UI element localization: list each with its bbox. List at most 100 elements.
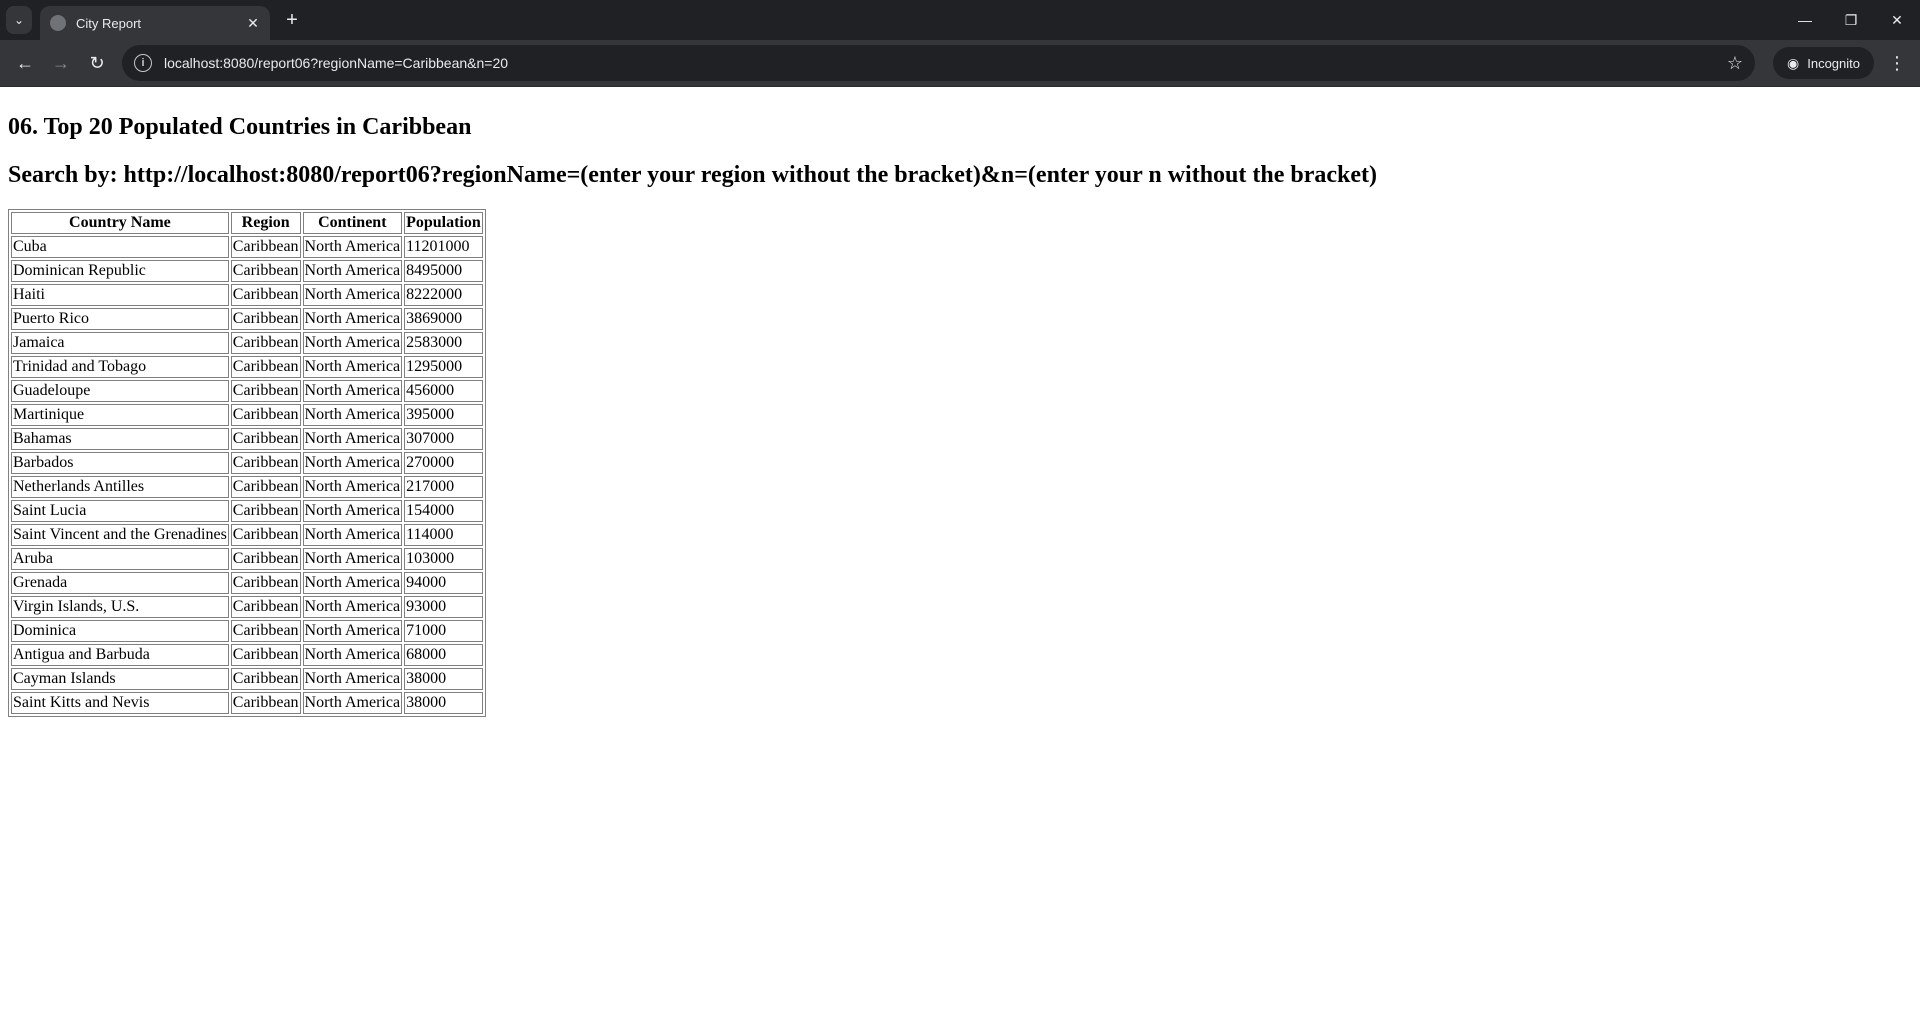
table-row: Jamaica Caribbean North America 2583000 — [11, 332, 483, 354]
cell-population: 11201000 — [404, 236, 483, 258]
cell-continent: North America — [302, 260, 403, 282]
cell-region: Caribbean — [230, 284, 301, 306]
cell-region: Caribbean — [230, 668, 301, 690]
arrow-left-icon: ← — [16, 52, 34, 73]
table-row: Cayman Islands Caribbean North America 3800… — [11, 668, 483, 690]
cell-country-name: Dominica — [11, 620, 229, 642]
cell-continent: North America — [302, 476, 403, 498]
cell-country-name: Cuba — [11, 236, 229, 258]
table-row: Haiti Caribbean North America 8222000 — [11, 284, 483, 306]
restore-button[interactable]: ❐ — [1828, 0, 1874, 40]
cell-region: Caribbean — [230, 428, 301, 450]
cell-population: 114000 — [404, 524, 483, 546]
cell-continent: North America — [302, 668, 403, 690]
cell-country-name: Cayman Islands — [11, 668, 229, 690]
cell-continent: North America — [302, 644, 403, 666]
cell-continent: North America — [302, 284, 403, 306]
cell-population: 270000 — [404, 452, 483, 474]
cell-region: Caribbean — [230, 572, 301, 594]
page-content: 06. Top 20 Populated Countries in Caribb… — [0, 87, 1920, 725]
cell-country-name: Bahamas — [11, 428, 229, 450]
cell-population: 68000 — [404, 644, 483, 666]
search-hint: Search by: http://localhost:8080/report0… — [8, 162, 1378, 188]
table-row: Dominican Republic Caribbean North America… — [11, 260, 483, 282]
table-row: Bahamas Caribbean North America 307000 — [11, 428, 483, 450]
table-row: Virgin Islands, U.S. Caribbean North Ameri… — [11, 596, 483, 618]
table-row: Dominica Caribbean North America 71000 — [11, 620, 483, 642]
table-row: Aruba Caribbean North America 103000 — [11, 548, 483, 570]
cell-population: 8495000 — [404, 260, 483, 282]
bookmark-star-icon[interactable]: ☆ — [1727, 53, 1743, 74]
cell-continent: North America — [302, 620, 403, 642]
table-row: Trinidad and Tobago Caribbean North Americ… — [11, 356, 483, 378]
cell-continent: North America — [302, 356, 403, 378]
cell-country-name: Jamaica — [11, 332, 229, 354]
forward-button[interactable]: → — [44, 46, 78, 80]
page-title: 06. Top 20 Populated Countries in Caribb… — [8, 114, 472, 140]
cell-continent: North America — [302, 692, 403, 714]
cell-country-name: Puerto Rico — [11, 308, 229, 330]
cell-population: 93000 — [404, 596, 483, 618]
table-row: Saint Kitts and Nevis Caribbean North Amer… — [11, 692, 483, 714]
cell-continent: North America — [302, 524, 403, 546]
cell-country-name: Virgin Islands, U.S. — [11, 596, 229, 618]
close-window-button[interactable]: ✕ — [1874, 0, 1920, 40]
cell-country-name: Saint Lucia — [11, 500, 229, 522]
cell-continent: North America — [302, 572, 403, 594]
cell-country-name: Barbados — [11, 452, 229, 474]
restore-icon: ❐ — [1844, 11, 1858, 28]
cell-continent: North America — [302, 596, 403, 618]
browser-toolbar: ← → ↻ i localhost:8080/report06?regionNa… — [0, 40, 1920, 87]
cell-country-name: Saint Vincent and the Grenadines — [11, 524, 229, 546]
cell-country-name: Antigua and Barbuda — [11, 644, 229, 666]
cell-population: 38000 — [404, 692, 483, 714]
table-body: Cuba Caribbean North America 11201000 Domini… — [11, 236, 483, 714]
cell-region: Caribbean — [230, 260, 301, 282]
cell-region: Caribbean — [230, 308, 301, 330]
browser-menu-button[interactable]: ⋮ — [1882, 46, 1912, 80]
cell-continent: North America — [302, 548, 403, 570]
table-row: Grenada Caribbean North America 94000 — [11, 572, 483, 594]
incognito-badge[interactable]: ◉ Incognito — [1773, 47, 1874, 79]
report-table: Country Name Region Continent Population… — [8, 209, 486, 717]
address-bar[interactable]: i localhost:8080/report06?regionName=Car… — [122, 45, 1756, 81]
table-row: Guadeloupe Caribbean North America 456000 — [11, 380, 483, 402]
table-row: Saint Vincent and the Grenadines Caribbea… — [11, 524, 483, 546]
cell-population: 395000 — [404, 404, 483, 426]
cell-continent: North America — [302, 500, 403, 522]
cell-continent: North America — [302, 332, 403, 354]
cell-country-name: Haiti — [11, 284, 229, 306]
cell-continent: North America — [302, 308, 403, 330]
tab-city-report[interactable]: City Report ✕ — [40, 6, 270, 40]
cell-region: Caribbean — [230, 476, 301, 498]
cell-population: 307000 — [404, 428, 483, 450]
header-country-name: Country Name — [11, 212, 229, 234]
cell-population: 103000 — [404, 548, 483, 570]
url-text[interactable]: localhost:8080/report06?regionName=Carib… — [164, 55, 1719, 71]
cell-region: Caribbean — [230, 404, 301, 426]
cell-country-name: Netherlands Antilles — [11, 476, 229, 498]
cell-continent: North America — [302, 380, 403, 402]
cell-region: Caribbean — [230, 332, 301, 354]
minimize-button[interactable]: — — [1782, 0, 1828, 40]
table-row: Martinique Caribbean North America 395000 — [11, 404, 483, 426]
cell-population: 3869000 — [404, 308, 483, 330]
close-tab-button[interactable]: ✕ — [244, 14, 262, 32]
close-icon: ✕ — [1891, 11, 1903, 28]
site-info-icon[interactable]: i — [134, 54, 152, 72]
cell-country-name: Aruba — [11, 548, 229, 570]
back-button[interactable]: ← — [8, 46, 42, 80]
cell-region: Caribbean — [230, 596, 301, 618]
table-row: Puerto Rico Caribbean North America 3869000 — [11, 308, 483, 330]
new-tab-button[interactable]: + — [280, 8, 304, 32]
tab-strip: ⌄ City Report ✕ + — ❐ ✕ — [0, 0, 1920, 40]
incognito-icon: ◉ — [1787, 54, 1800, 71]
reload-button[interactable]: ↻ — [80, 46, 114, 80]
chevron-down-icon: ⌄ — [13, 13, 25, 27]
cell-region: Caribbean — [230, 500, 301, 522]
table-row: Barbados Caribbean North America 270000 — [11, 452, 483, 474]
cell-region: Caribbean — [230, 452, 301, 474]
globe-icon — [50, 15, 66, 31]
table-row: Antigua and Barbuda Caribbean North Americ… — [11, 644, 483, 666]
tab-search-button[interactable]: ⌄ — [6, 6, 32, 34]
